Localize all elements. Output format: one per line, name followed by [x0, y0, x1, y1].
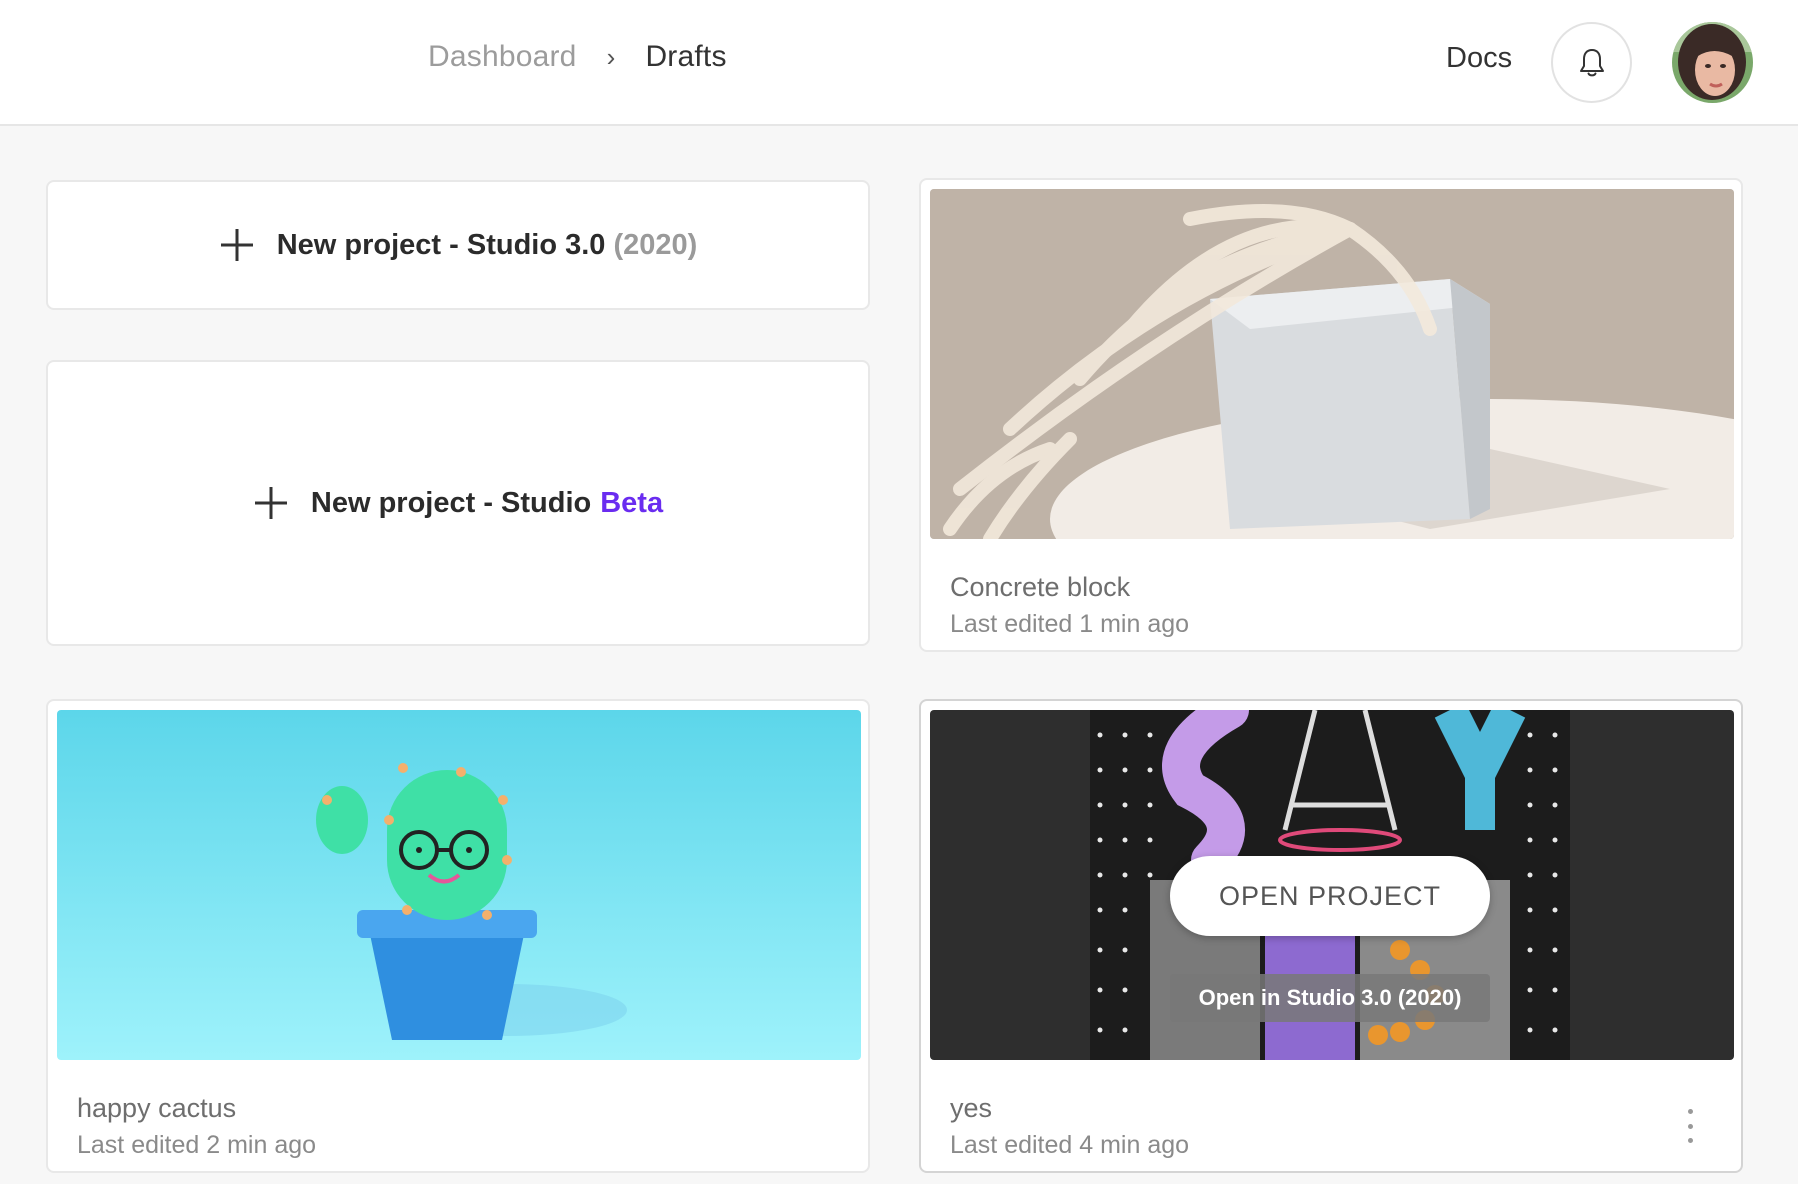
- project-thumbnail: [930, 189, 1734, 539]
- open-in-studio3-button[interactable]: Open in Studio 3.0 (2020): [1170, 974, 1490, 1022]
- chevron-right-icon: ›: [606, 41, 616, 72]
- more-options-icon[interactable]: [1685, 1109, 1695, 1143]
- new-project-studio3-text: New project - Studio 3.0: [276, 228, 606, 261]
- new-project-studio3-card[interactable]: New project - Studio 3.0 (2020): [46, 180, 870, 310]
- user-avatar[interactable]: [1672, 22, 1753, 103]
- project-card-concrete-block[interactable]: Concrete block Last edited 1 min ago: [919, 178, 1743, 652]
- studio3-year: (2020): [613, 228, 698, 261]
- project-card-yes[interactable]: OPEN PROJECT Open in Studio 3.0 (2020) y…: [919, 699, 1743, 1173]
- docs-link[interactable]: Docs: [1446, 42, 1512, 75]
- happy-cactus-thumbnail-image: [57, 710, 861, 1060]
- project-name: yes: [950, 1093, 993, 1123]
- concrete-block-thumbnail-image: [930, 189, 1734, 539]
- project-thumbnail: [57, 710, 861, 1060]
- project-last-edited: Last edited 1 min ago: [950, 610, 1190, 638]
- breadcrumb: Dashboard › Drafts: [428, 40, 727, 74]
- project-thumbnail: OPEN PROJECT Open in Studio 3.0 (2020): [930, 710, 1734, 1060]
- breadcrumb-dashboard-link[interactable]: Dashboard: [428, 40, 577, 74]
- new-project-studio-beta-card[interactable]: New project - Studio Beta: [46, 360, 870, 646]
- project-name: happy cactus: [77, 1093, 237, 1123]
- project-last-edited: Last edited 4 min ago: [950, 1131, 1190, 1159]
- top-header: Dashboard › Drafts Docs: [0, 0, 1798, 126]
- project-name: Concrete block: [950, 572, 1131, 602]
- new-project-studio3-label: New project - Studio 3.0 (2020): [219, 227, 698, 263]
- project-last-edited: Last edited 2 min ago: [77, 1131, 317, 1159]
- kebab-dot: [1687, 1138, 1693, 1143]
- plus-icon: [254, 487, 287, 519]
- avatar-image: [1672, 22, 1753, 103]
- kebab-dot: [1687, 1109, 1693, 1114]
- open-project-button[interactable]: OPEN PROJECT: [1170, 856, 1490, 936]
- project-card-happy-cactus[interactable]: happy cactus Last edited 2 min ago: [46, 699, 870, 1173]
- beta-badge: Beta: [600, 486, 664, 519]
- notifications-button[interactable]: [1551, 22, 1632, 103]
- plus-icon: [220, 229, 253, 261]
- kebab-dot: [1687, 1123, 1693, 1129]
- new-project-beta-text: New project - Studio: [310, 486, 592, 519]
- new-project-beta-label: New project - Studio Beta: [253, 485, 663, 521]
- bell-icon: [1579, 48, 1604, 76]
- breadcrumb-current: Drafts: [645, 40, 727, 73]
